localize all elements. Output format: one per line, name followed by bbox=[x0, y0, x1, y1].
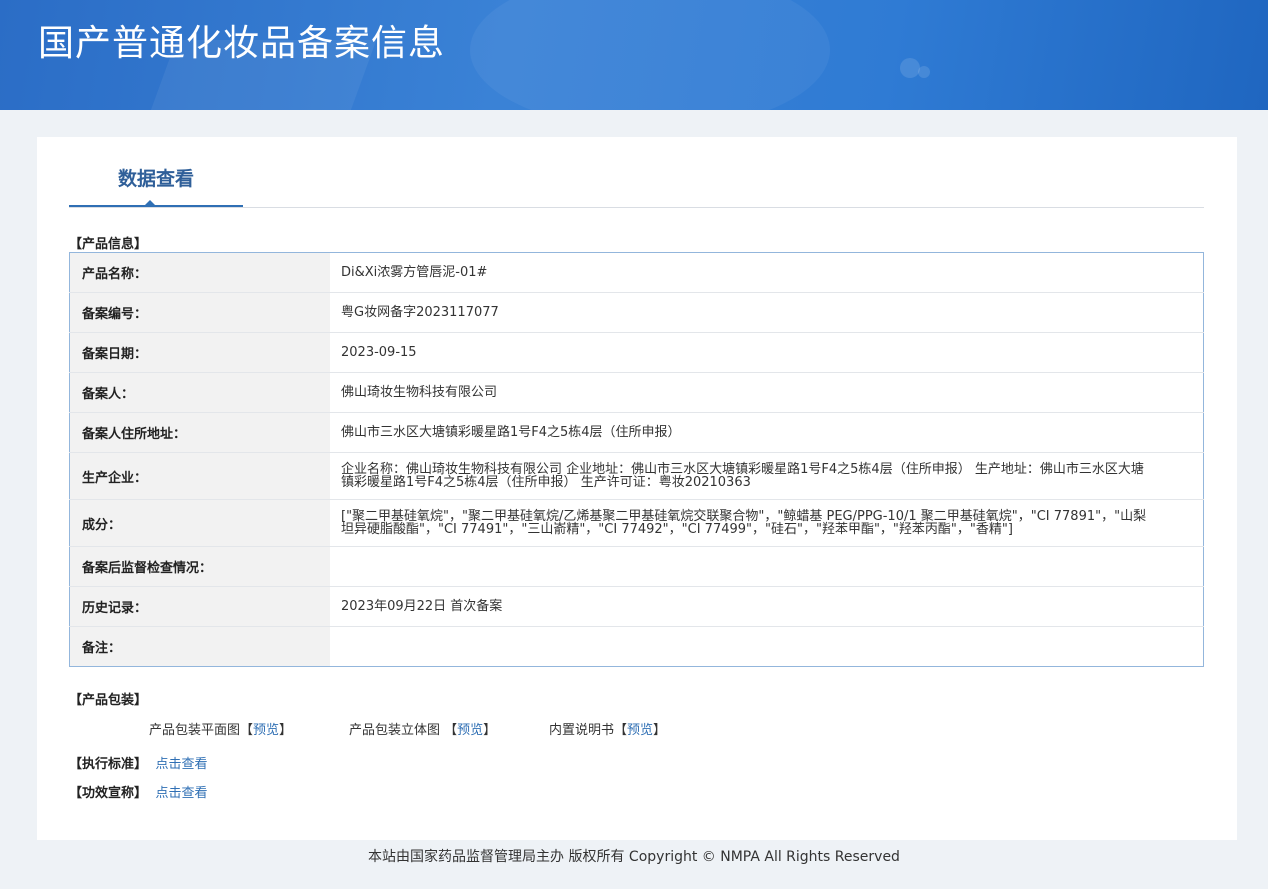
row-value: 粤G妆网备字2023117077 bbox=[330, 292, 1204, 333]
standard-view-link[interactable]: 点击查看 bbox=[156, 757, 208, 772]
tab-bar: 数据查看 bbox=[69, 137, 1204, 208]
package-manual: 内置说明书【预览】 bbox=[549, 719, 666, 738]
packaging-heading: 【产品包装】 bbox=[69, 693, 148, 708]
table-row: 历史记录： 2023年09月22日 首次备案 bbox=[69, 586, 1204, 627]
preview-flat-link[interactable]: 预览 bbox=[253, 723, 279, 738]
efficacy-view-link[interactable]: 点击查看 bbox=[156, 786, 208, 801]
row-label: 历史记录： bbox=[69, 586, 330, 627]
preview-manual-link[interactable]: 预览 bbox=[627, 723, 653, 738]
main-card: 数据查看 【产品信息】 产品名称： Di&Xi浓雾方管唇泥-01# 备案编号： … bbox=[37, 137, 1237, 840]
banner-dot bbox=[900, 58, 920, 78]
footer-copyright: 本站由国家药品监督管理局主办 版权所有 Copyright © NMPA All… bbox=[368, 849, 900, 865]
package-manual-label: 内置说明书 bbox=[549, 723, 615, 738]
tab-label: 数据查看 bbox=[117, 168, 194, 190]
standard-heading: 【执行标准】 点击查看 bbox=[69, 753, 208, 772]
preview-3d-link[interactable]: 预览 bbox=[457, 723, 483, 738]
banner-dot bbox=[918, 66, 930, 78]
package-flat-view: 产品包装平面图【预览】 bbox=[149, 719, 292, 738]
row-label: 生产企业： bbox=[69, 452, 330, 500]
row-value: 佛山琦妆生物科技有限公司 bbox=[330, 372, 1204, 413]
product-info-heading: 【产品信息】 bbox=[69, 237, 148, 252]
page-title: 国产普通化妆品备案信息 bbox=[38, 23, 446, 64]
efficacy-heading: 【功效宣称】 点击查看 bbox=[69, 782, 208, 801]
row-value: Di&Xi浓雾方管唇泥-01# bbox=[330, 252, 1204, 293]
efficacy-title: 【功效宣称】 bbox=[69, 786, 148, 801]
package-3d-view: 产品包装立体图 【预览】 bbox=[349, 719, 496, 738]
row-value: 佛山市三水区大塘镇彩暖星路1号F4之5栋4层（住所申报） bbox=[330, 412, 1204, 453]
row-value bbox=[330, 546, 1204, 587]
table-row: 备注： bbox=[69, 626, 1204, 667]
row-label: 备案日期： bbox=[69, 332, 330, 373]
row-label: 备案人： bbox=[69, 372, 330, 413]
row-value: ["聚二甲基硅氧烷"，"聚二甲基硅氧烷/乙烯基聚二甲基硅氧烷交联聚合物"，"鲸蜡… bbox=[330, 499, 1204, 547]
row-label: 备案编号： bbox=[69, 292, 330, 333]
table-row: 生产企业： 企业名称：佛山琦妆生物科技有限公司 企业地址：佛山市三水区大塘镇彩暖… bbox=[69, 452, 1204, 500]
row-label: 备案人住所地址： bbox=[69, 412, 330, 453]
tab-data-view[interactable]: 数据查看 bbox=[69, 137, 243, 207]
table-row: 备案编号： 粤G妆网备字2023117077 bbox=[69, 292, 1204, 333]
bracket: 【 bbox=[614, 723, 628, 738]
bracket: 【 bbox=[240, 723, 254, 738]
tab-active-indicator bbox=[143, 200, 157, 207]
table-row: 备案人住所地址： 佛山市三水区大塘镇彩暖星路1号F4之5栋4层（住所申报） bbox=[69, 412, 1204, 453]
bracket: 】 bbox=[653, 723, 667, 738]
bracket: 】 bbox=[279, 723, 293, 738]
table-row: 备案后监督检查情况： bbox=[69, 546, 1204, 587]
row-value: 2023-09-15 bbox=[330, 332, 1204, 373]
row-label: 成分： bbox=[69, 499, 330, 547]
standard-title: 【执行标准】 bbox=[69, 757, 148, 772]
table-row: 产品名称： Di&Xi浓雾方管唇泥-01# bbox=[69, 252, 1204, 293]
header-banner: 国产普通化妆品备案信息 bbox=[0, 0, 1268, 110]
bracket: 【 bbox=[444, 723, 458, 738]
row-label: 备注： bbox=[69, 626, 330, 667]
row-value: 2023年09月22日 首次备案 bbox=[330, 586, 1204, 627]
table-row: 备案人： 佛山琦妆生物科技有限公司 bbox=[69, 372, 1204, 413]
table-row: 成分： ["聚二甲基硅氧烷"，"聚二甲基硅氧烷/乙烯基聚二甲基硅氧烷交联聚合物"… bbox=[69, 499, 1204, 547]
bracket: 】 bbox=[483, 723, 497, 738]
banner-decoration bbox=[470, 0, 830, 110]
package-flat-label: 产品包装平面图 bbox=[149, 723, 241, 738]
table-row: 备案日期： 2023-09-15 bbox=[69, 332, 1204, 373]
product-info-table: 产品名称： Di&Xi浓雾方管唇泥-01# 备案编号： 粤G妆网备字202311… bbox=[69, 252, 1204, 667]
row-value: 企业名称：佛山琦妆生物科技有限公司 企业地址：佛山市三水区大塘镇彩暖星路1号F4… bbox=[330, 452, 1204, 500]
row-label: 产品名称： bbox=[69, 252, 330, 293]
row-value bbox=[330, 627, 1204, 667]
row-label: 备案后监督检查情况： bbox=[69, 546, 330, 587]
package-3d-label: 产品包装立体图 bbox=[349, 723, 445, 738]
